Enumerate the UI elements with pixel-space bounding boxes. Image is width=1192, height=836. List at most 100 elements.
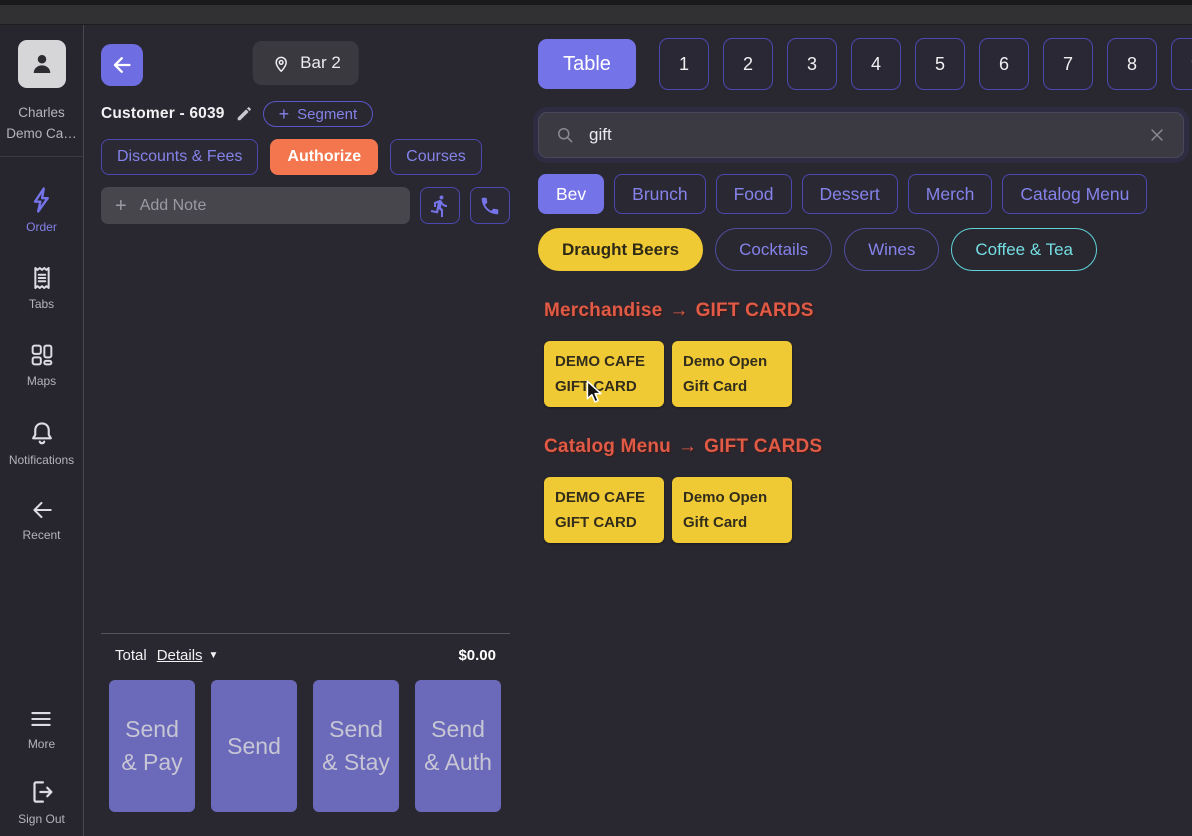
sidebar-item-maps[interactable]: Maps — [27, 341, 56, 388]
tab-bev[interactable]: Bev — [538, 174, 604, 214]
pill-draught-beers[interactable]: Draught Beers — [538, 228, 703, 271]
gift-card-row: DEMO CAFE GIFT CARD Demo Open Gift Card — [544, 477, 1192, 543]
seat-7-button[interactable]: 7 — [1043, 38, 1093, 90]
tab-merch[interactable]: Merch — [908, 174, 993, 214]
result-target: GIFT CARDS — [704, 436, 822, 458]
result-target: GIFT CARDS — [696, 300, 814, 322]
sign-out-icon — [25, 777, 57, 807]
seat-1-button[interactable]: 1 — [659, 38, 709, 90]
sidebar-item-order[interactable]: Order — [26, 185, 57, 234]
sidebar-nav: Order Tabs Maps Notifications — [9, 185, 74, 542]
arrow-left-icon — [110, 53, 134, 77]
tab-food[interactable]: Food — [716, 174, 792, 214]
sidebar: Charles Demo Ca… Order Tabs Maps — [0, 25, 84, 836]
table-button[interactable]: Table — [538, 39, 636, 89]
arrow-right-icon: → — [678, 436, 697, 458]
chevron-down-icon[interactable]: ▼ — [209, 650, 219, 661]
running-person-icon — [428, 194, 452, 218]
demo-open-gift-card-button[interactable]: Demo Open Gift Card — [672, 477, 792, 543]
seat-8-button[interactable]: 8 — [1107, 38, 1157, 90]
search-icon — [555, 125, 575, 145]
discounts-fees-button[interactable]: Discounts & Fees — [101, 139, 258, 175]
send-actions: Send & Pay Send Send & Stay Send & Auth — [101, 680, 510, 812]
seat-6-button[interactable]: 6 — [979, 38, 1029, 90]
demo-cafe-gift-card-button[interactable]: DEMO CAFE GIFT CARD — [544, 477, 664, 543]
bell-icon — [27, 418, 57, 448]
search-bar — [538, 112, 1184, 158]
profile-name: Charles Demo Ca… — [6, 102, 77, 144]
courses-button[interactable]: Courses — [390, 139, 482, 175]
window-chrome-bar — [0, 0, 1192, 25]
phone-icon — [479, 195, 501, 217]
sidebar-item-label: Recent — [22, 528, 60, 542]
sidebar-item-label: Tabs — [29, 297, 54, 311]
back-button[interactable] — [101, 44, 143, 86]
send-pay-button[interactable]: Send & Pay — [109, 680, 195, 812]
location-label: Bar 2 — [300, 53, 341, 73]
add-segment-button[interactable]: + Segment — [263, 101, 374, 127]
arrow-right-icon: → — [669, 300, 688, 322]
menu-panel: Table 1 2 3 4 5 6 7 8 9 Bev Brunch Food … — [526, 25, 1192, 836]
arrow-left-icon — [27, 497, 57, 523]
tab-dessert[interactable]: Dessert — [802, 174, 898, 214]
sidebar-bottom: More Sign Out — [18, 706, 65, 836]
pill-wines[interactable]: Wines — [844, 228, 939, 271]
divider — [101, 633, 510, 634]
pill-coffee-tea[interactable]: Coffee & Tea — [951, 228, 1097, 271]
order-actions: Discounts & Fees Authorize Courses — [101, 139, 510, 175]
runner-button[interactable] — [420, 187, 460, 224]
order-items-area — [101, 224, 510, 633]
total-label: Total — [115, 647, 147, 664]
seat-9-button[interactable]: 9 — [1171, 38, 1192, 90]
pill-cocktails[interactable]: Cocktails — [715, 228, 832, 271]
authorize-button[interactable]: Authorize — [270, 139, 378, 175]
note-row: + Add Note — [101, 187, 510, 224]
sidebar-item-recent[interactable]: Recent — [22, 497, 60, 542]
sidebar-item-notifications[interactable]: Notifications — [9, 418, 74, 467]
clear-search-icon[interactable] — [1147, 125, 1167, 145]
sidebar-item-more[interactable]: More — [25, 706, 57, 751]
result-heading-catalog-menu: Catalog Menu → GIFT CARDS — [544, 436, 1192, 458]
seat-selector: Table 1 2 3 4 5 6 7 8 9 — [538, 38, 1192, 90]
sidebar-item-label: Maps — [27, 374, 56, 388]
receipt-icon — [28, 264, 56, 292]
customer-row: Customer - 6039 + Segment — [101, 102, 510, 126]
edit-pencil-icon[interactable] — [235, 105, 253, 123]
sidebar-item-tabs[interactable]: Tabs — [28, 264, 56, 311]
location-button[interactable]: Bar 2 — [252, 41, 359, 85]
seat-5-button[interactable]: 5 — [915, 38, 965, 90]
demo-open-gift-card-button[interactable]: Demo Open Gift Card — [672, 341, 792, 407]
menu-icon — [25, 706, 57, 732]
tab-brunch[interactable]: Brunch — [614, 174, 705, 214]
seat-3-button[interactable]: 3 — [787, 38, 837, 90]
person-icon — [27, 49, 57, 79]
send-stay-button[interactable]: Send & Stay — [313, 680, 399, 812]
demo-cafe-gift-card-button[interactable]: DEMO CAFE GIFT CARD — [544, 341, 664, 407]
send-button[interactable]: Send — [211, 680, 297, 812]
segment-label: Segment — [297, 106, 357, 123]
search-input[interactable] — [589, 125, 1133, 145]
tab-catalog-menu[interactable]: Catalog Menu — [1002, 174, 1147, 214]
total-row: Total Details ▼ $0.00 — [101, 643, 510, 667]
lightning-icon — [27, 185, 57, 215]
result-category: Catalog Menu — [544, 436, 671, 458]
sidebar-item-label: Sign Out — [18, 812, 65, 826]
phone-button[interactable] — [470, 187, 510, 224]
result-heading-merchandise: Merchandise → GIFT CARDS — [544, 300, 1192, 322]
sidebar-item-label: Notifications — [9, 453, 74, 467]
profile-button[interactable]: Charles Demo Ca… — [0, 25, 83, 157]
grid-icon — [28, 341, 56, 369]
order-panel: Bar 2 Customer - 6039 + Segment Discount… — [85, 25, 525, 836]
subcategory-pills: Draught Beers Cocktails Wines Coffee & T… — [538, 228, 1192, 271]
plus-icon: + — [279, 105, 290, 123]
plus-icon: + — [115, 196, 127, 216]
avatar — [18, 40, 66, 88]
customer-label: Customer - 6039 — [101, 105, 225, 123]
seat-4-button[interactable]: 4 — [851, 38, 901, 90]
result-category: Merchandise — [544, 300, 662, 322]
send-auth-button[interactable]: Send & Auth — [415, 680, 501, 812]
details-toggle[interactable]: Details — [157, 647, 203, 664]
seat-2-button[interactable]: 2 — [723, 38, 773, 90]
sidebar-item-signout[interactable]: Sign Out — [18, 777, 65, 826]
add-note-input[interactable]: + Add Note — [101, 187, 410, 224]
